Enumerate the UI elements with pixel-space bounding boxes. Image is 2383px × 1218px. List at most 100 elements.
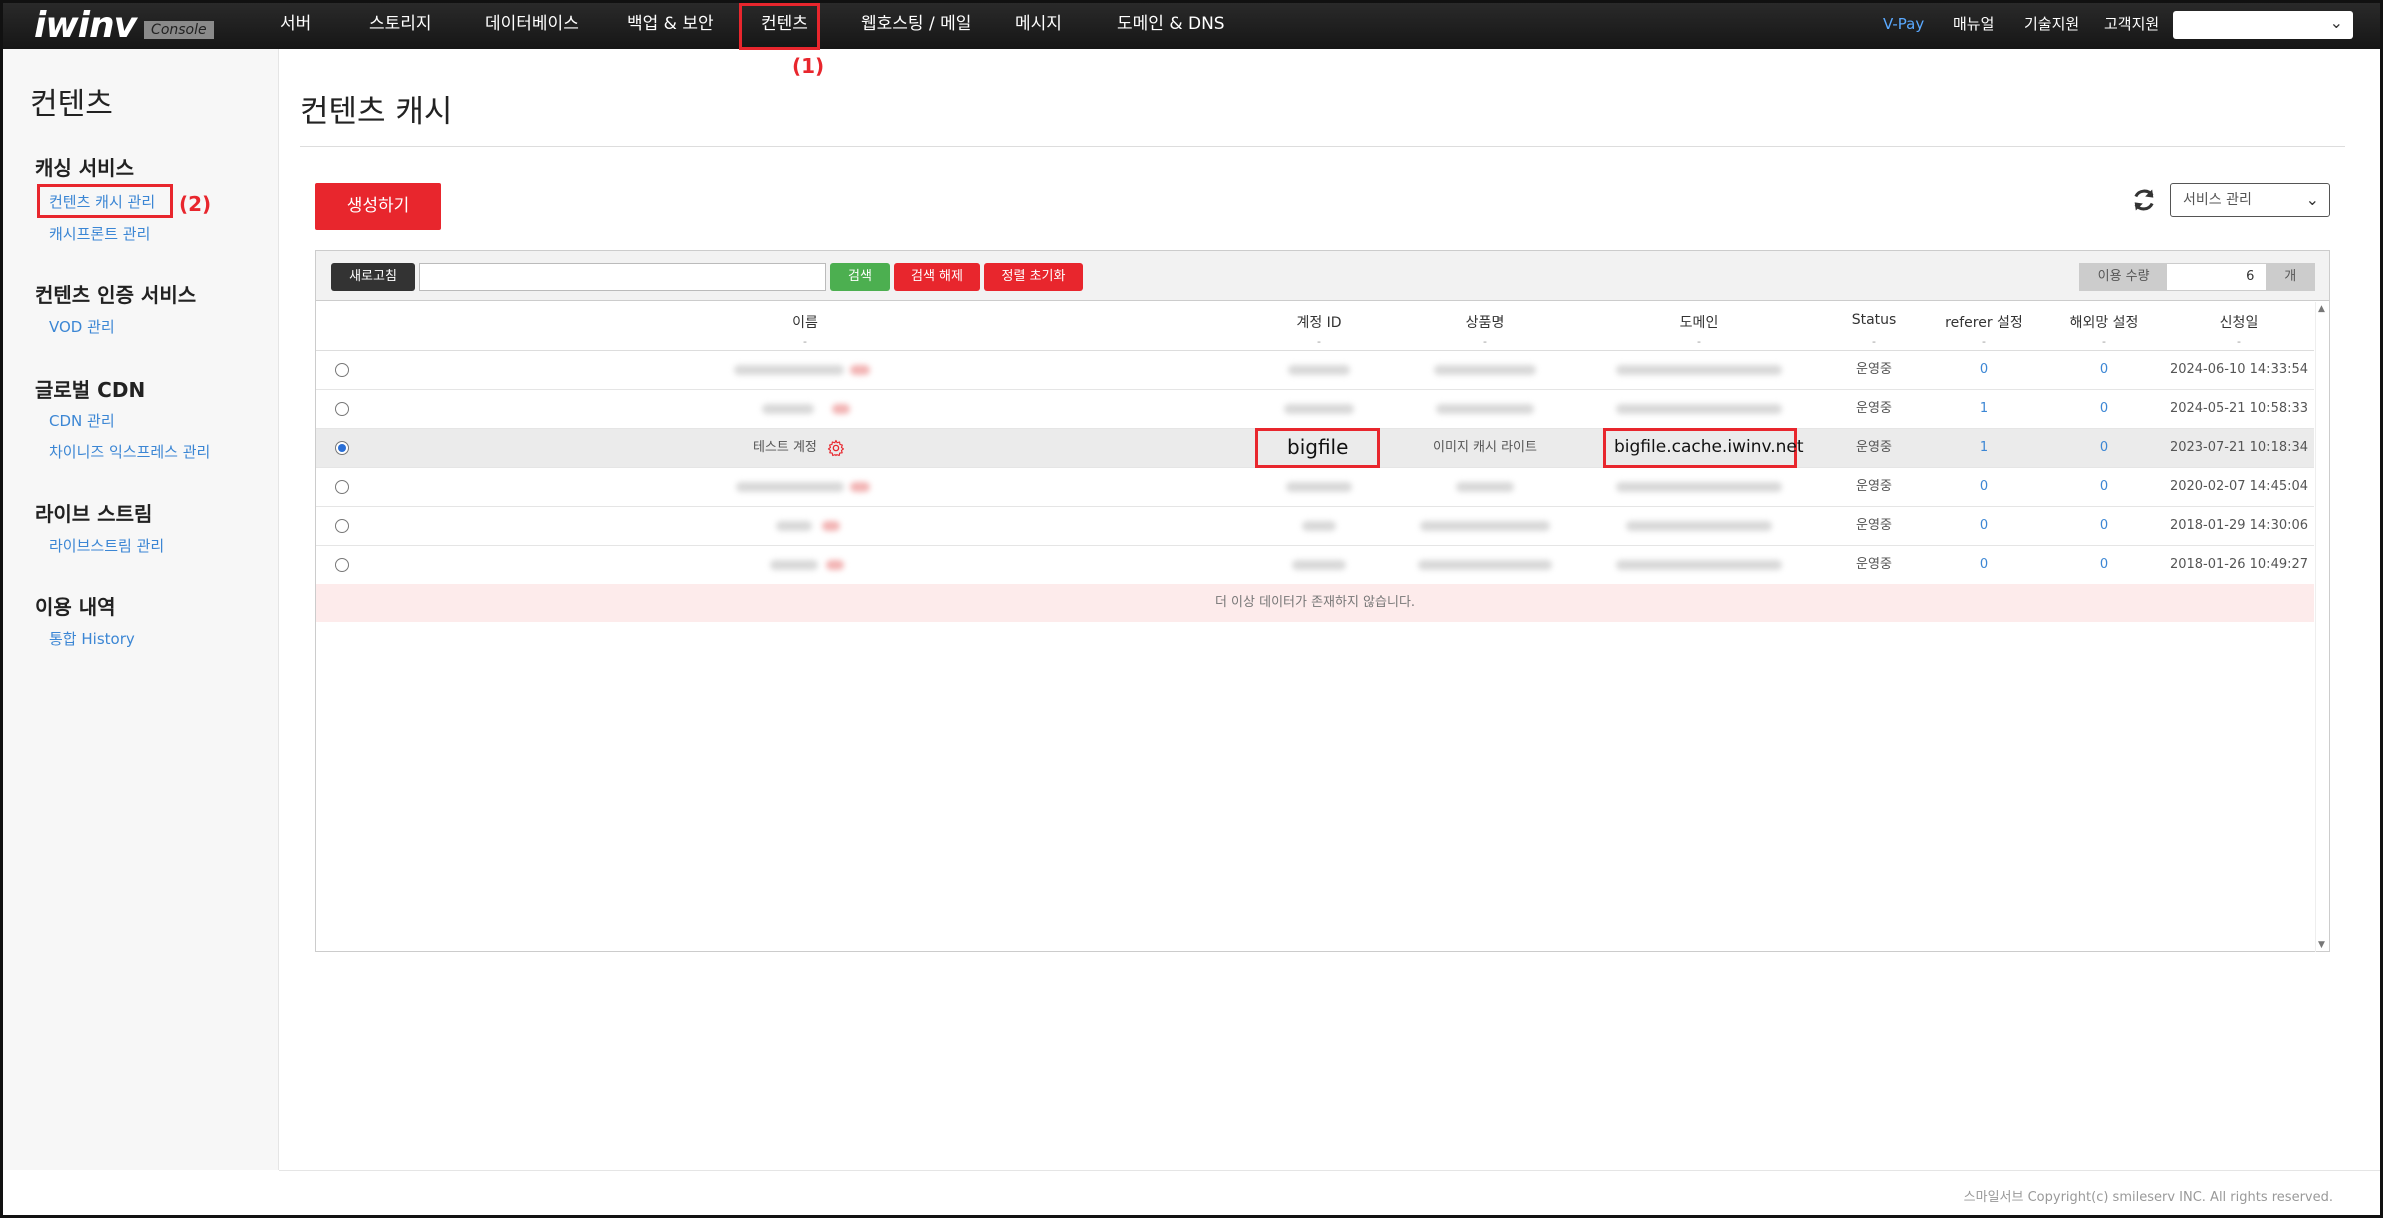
search-button[interactable]: 검색: [830, 263, 890, 291]
reset-sort-button[interactable]: 정렬 초기화: [984, 263, 1083, 291]
nav-manual[interactable]: 매뉴얼: [1953, 0, 1994, 49]
sidebar-title: 컨텐츠: [30, 87, 113, 122]
row-date: 2018-01-29 14:30:06: [2169, 518, 2309, 533]
nav-item-domain-dns[interactable]: 도메인 & DNS: [1117, 0, 1225, 49]
row-date: 2023-07-21 10:18:34: [2169, 440, 2309, 455]
row-status: 운영중: [1856, 440, 1892, 455]
sidebar-item-vod[interactable]: VOD 관리: [49, 316, 115, 337]
account-select[interactable]: ⌄: [2173, 11, 2353, 39]
redacted-mark: [822, 521, 840, 531]
col-referer[interactable]: referer 설정: [1945, 312, 2023, 332]
top-nav: iwinv Console 서버 스토리지 데이터베이스 백업 & 보안 컨텐츠…: [0, 0, 2383, 49]
row-referer[interactable]: 0: [1980, 351, 1988, 389]
table-row[interactable]: 운영중 1 0 2024-05-21 10:58:33: [316, 390, 2314, 429]
redacted-name: [770, 560, 818, 570]
filter-account-id[interactable]: -: [1317, 335, 1321, 348]
col-name[interactable]: 이름: [792, 312, 818, 332]
redacted-mark: [832, 404, 850, 414]
row-overseas[interactable]: 0: [2100, 390, 2108, 428]
nav-item-server[interactable]: 서버: [280, 0, 311, 49]
row-radio[interactable]: [335, 402, 349, 416]
filter-date[interactable]: -: [2237, 335, 2241, 348]
col-account-id[interactable]: 계정 ID: [1296, 312, 1341, 332]
filter-name[interactable]: -: [803, 335, 807, 348]
row-radio[interactable]: [335, 363, 349, 377]
redacted-name: [776, 521, 812, 531]
sidebar-item-livestream[interactable]: 라이브스트림 관리: [49, 535, 164, 556]
filter-product[interactable]: -: [1483, 335, 1487, 348]
sidebar-group-livestream: 라이브 스트림: [35, 502, 153, 526]
row-overseas[interactable]: 0: [2100, 351, 2108, 389]
footer-divider: [279, 1170, 2383, 1171]
nav-item-database[interactable]: 데이터베이스: [485, 0, 579, 49]
sidebar-item-chinese-express[interactable]: 차이니즈 익스프레스 관리: [49, 441, 210, 462]
col-domain[interactable]: 도메인: [1680, 312, 1719, 332]
logo[interactable]: iwinv Console: [34, 5, 214, 46]
row-status: 운영중: [1856, 518, 1892, 533]
row-referer[interactable]: 0: [1980, 546, 1988, 584]
no-more-data-message: 더 이상 데이터가 존재하지 않습니다.: [316, 584, 2314, 622]
filter-referer[interactable]: -: [1982, 335, 1986, 348]
row-date: 2020-02-07 14:45:04: [2169, 479, 2309, 494]
sidebar-item-cdn[interactable]: CDN 관리: [49, 410, 115, 431]
table-row[interactable]: 운영중 0 0 2020-02-07 14:45:04: [316, 468, 2314, 507]
row-radio[interactable]: [335, 519, 349, 533]
col-date[interactable]: 신청일: [2220, 312, 2259, 332]
row-radio[interactable]: [335, 558, 349, 572]
filter-domain[interactable]: -: [1697, 335, 1701, 348]
highlight-box-2: [37, 184, 173, 218]
row-overseas[interactable]: 0: [2100, 546, 2108, 584]
sidebar-group-auth: 컨텐츠 인증 서비스: [35, 283, 197, 307]
table-row[interactable]: 운영중 0 0 2018-01-29 14:30:06: [316, 507, 2314, 546]
row-overseas[interactable]: 0: [2100, 468, 2108, 506]
redacted-product: [1418, 560, 1552, 570]
refresh-icon[interactable]: [2130, 186, 2158, 214]
redacted-mark: [850, 365, 870, 375]
search-input[interactable]: [419, 263, 826, 291]
col-product[interactable]: 상품명: [1466, 312, 1505, 332]
refresh-list-button[interactable]: 새로고침: [331, 263, 415, 291]
table-row[interactable]: 운영중 0 0 2024-06-10 14:33:54: [316, 351, 2314, 390]
redacted-mark: [850, 482, 870, 492]
service-manage-select[interactable]: 서비스 관리 ⌄: [2170, 183, 2330, 217]
redacted-account: [1302, 521, 1336, 531]
nav-item-backup-security[interactable]: 백업 & 보안: [627, 0, 714, 49]
create-button[interactable]: 생성하기: [315, 183, 441, 230]
filter-status[interactable]: -: [1872, 335, 1876, 348]
nav-item-webhosting-mail[interactable]: 웹호스팅 / 메일: [861, 0, 971, 49]
row-referer[interactable]: 0: [1980, 468, 1988, 506]
row-referer[interactable]: 0: [1980, 507, 1988, 545]
sidebar-item-cachefront[interactable]: 캐시프론트 관리: [49, 223, 150, 244]
scroll-down-icon[interactable]: ▼: [2318, 940, 2325, 950]
table-scrollbar[interactable]: ▲ ▼: [2315, 302, 2328, 952]
redacted-product: [1434, 365, 1536, 375]
nav-vpay[interactable]: V-Pay: [1883, 0, 1924, 49]
redacted-account: [1284, 404, 1354, 414]
row-referer[interactable]: 1: [1980, 429, 1988, 467]
col-overseas[interactable]: 해외망 설정: [2070, 312, 2139, 332]
row-date: 2018-01-26 10:49:27: [2169, 557, 2309, 572]
annotation-label-1: (1): [792, 54, 825, 78]
row-referer[interactable]: 1: [1980, 390, 1988, 428]
nav-customer-support[interactable]: 고객지원: [2104, 0, 2159, 49]
nav-item-message[interactable]: 메시지: [1015, 0, 1062, 49]
nav-item-storage[interactable]: 스토리지: [369, 0, 432, 49]
title-divider: [300, 146, 2345, 147]
clear-search-button[interactable]: 검색 해제: [894, 263, 980, 291]
row-radio-selected[interactable]: [335, 441, 349, 455]
row-status: 운영중: [1856, 479, 1892, 494]
nav-tech-support[interactable]: 기술지원: [2024, 0, 2079, 49]
sidebar-item-history[interactable]: 통합 History: [49, 628, 135, 649]
chevron-down-icon: ⌄: [2305, 190, 2319, 209]
highlight-box-1: [739, 3, 820, 50]
table-row[interactable]: 운영중 0 0 2018-01-26 10:49:27: [316, 546, 2314, 585]
row-radio[interactable]: [335, 480, 349, 494]
gear-icon[interactable]: [827, 439, 845, 457]
row-date: 2024-06-10 14:33:54: [2169, 362, 2309, 377]
filter-overseas[interactable]: -: [2102, 335, 2106, 348]
highlight-account-id: bigfile: [1287, 435, 1349, 459]
col-status[interactable]: Status: [1852, 312, 1897, 328]
row-overseas[interactable]: 0: [2100, 507, 2108, 545]
scroll-up-icon[interactable]: ▲: [2318, 304, 2325, 314]
row-overseas[interactable]: 0: [2100, 429, 2108, 467]
